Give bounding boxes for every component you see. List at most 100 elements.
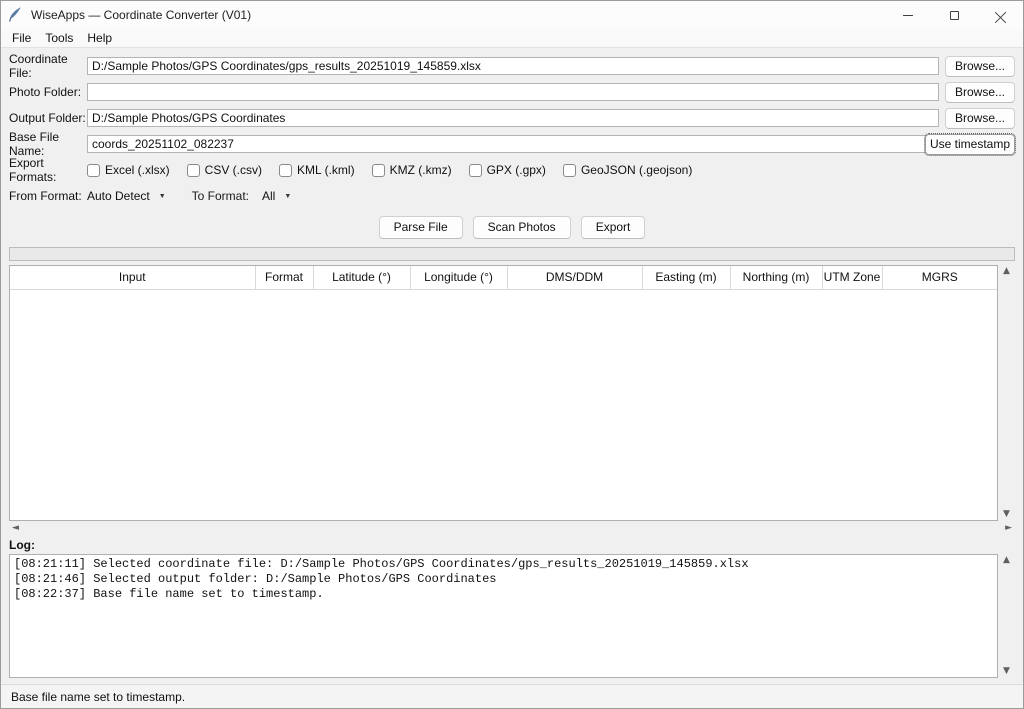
from-format-value: Auto Detect	[87, 189, 150, 203]
progress-bar	[9, 247, 1015, 261]
checkbox-kml-label: KML (.kml)	[297, 163, 355, 177]
results-table: Input Format Latitude (°) Longitude (°) …	[9, 265, 998, 521]
checkbox-geojson-label: GeoJSON (.geojson)	[581, 163, 692, 177]
column-header-latitude[interactable]: Latitude (°)	[313, 266, 410, 289]
column-header-easting[interactable]: Easting (m)	[642, 266, 730, 289]
checkbox-kml[interactable]: KML (.kml)	[279, 163, 355, 177]
use-timestamp-button[interactable]: Use timestamp	[925, 134, 1015, 155]
scroll-right-icon[interactable]: ►	[1005, 524, 1012, 533]
log-line: [08:21:11] Selected coordinate file: D:/…	[14, 557, 993, 572]
chevron-down-icon: ▼	[284, 193, 291, 200]
scroll-up-icon[interactable]: ▲	[1003, 267, 1010, 276]
export-button[interactable]: Export	[581, 216, 646, 239]
checkbox-icon	[187, 164, 200, 177]
format-selectors-row: From Format: Auto Detect ▼ To Format: Al…	[9, 183, 1015, 209]
column-header-input[interactable]: Input	[10, 266, 255, 289]
status-text: Base file name set to timestamp.	[11, 690, 185, 704]
export-formats-row: Export Formats: Excel (.xlsx) CSV (.csv)…	[9, 157, 1015, 183]
column-header-northing[interactable]: Northing (m)	[730, 266, 822, 289]
checkbox-kmz-label: KMZ (.kmz)	[390, 163, 452, 177]
checkbox-icon	[87, 164, 100, 177]
base-file-name-input[interactable]	[87, 135, 939, 153]
output-folder-button-slot: Browse...	[939, 108, 1015, 129]
base-file-name-row: Base File Name: Use timestamp	[9, 131, 1015, 157]
menu-file[interactable]: File	[5, 30, 38, 46]
menu-help[interactable]: Help	[80, 30, 119, 46]
window-title: WiseApps — Coordinate Converter (V01)	[29, 8, 885, 22]
base-file-name-button-slot: Use timestamp	[939, 134, 1015, 155]
scroll-up-icon[interactable]: ▲	[1003, 556, 1010, 565]
table-horizontal-scrollbar[interactable]: ◄ ►	[9, 521, 1015, 536]
export-formats-label: Export Formats:	[9, 156, 87, 184]
column-header-dms-ddm[interactable]: DMS/DDM	[507, 266, 642, 289]
minimize-button[interactable]	[885, 1, 931, 29]
browse-photo-folder-button[interactable]: Browse...	[945, 82, 1015, 103]
progress-bar-wrap	[9, 243, 1015, 265]
results-table-region: Input Format Latitude (°) Longitude (°) …	[9, 265, 1015, 521]
log-label-row: Log:	[9, 536, 1015, 554]
actions-row: Parse File Scan Photos Export	[9, 211, 1015, 243]
scan-photos-button[interactable]: Scan Photos	[473, 216, 571, 239]
maximize-icon	[950, 11, 959, 20]
status-bar: Base file name set to timestamp.	[1, 684, 1023, 708]
coordinate-file-button-slot: Browse...	[939, 56, 1015, 77]
log-line: [08:22:37] Base file name set to timesta…	[14, 587, 993, 602]
output-folder-input[interactable]	[87, 109, 939, 127]
photo-folder-button-slot: Browse...	[939, 82, 1015, 103]
menu-tools[interactable]: Tools	[38, 30, 80, 46]
log-vertical-scrollbar[interactable]: ▲ ▼	[998, 554, 1015, 678]
coordinate-file-row: Coordinate File: Browse...	[9, 53, 1015, 79]
app-feather-icon	[1, 7, 29, 23]
browse-output-folder-button[interactable]: Browse...	[945, 108, 1015, 129]
column-header-utm-zone[interactable]: UTM Zone	[822, 266, 882, 289]
coordinate-file-input[interactable]	[87, 57, 939, 75]
checkbox-excel[interactable]: Excel (.xlsx)	[87, 163, 170, 177]
menu-bar: File Tools Help	[1, 29, 1023, 48]
coordinate-file-label: Coordinate File:	[9, 52, 87, 80]
log-label: Log:	[9, 538, 35, 552]
log-line: [08:21:46] Selected output folder: D:/Sa…	[14, 572, 993, 587]
scroll-down-icon[interactable]: ▼	[1003, 667, 1010, 676]
browse-coordinate-file-button[interactable]: Browse...	[945, 56, 1015, 77]
scroll-down-icon[interactable]: ▼	[1003, 510, 1010, 519]
title-bar: WiseApps — Coordinate Converter (V01)	[1, 1, 1023, 29]
table-vertical-scrollbar[interactable]: ▲ ▼	[998, 265, 1015, 521]
base-file-name-label: Base File Name:	[9, 130, 87, 158]
main-content: Coordinate File: Browse... Photo Folder:…	[1, 48, 1023, 684]
checkbox-kmz[interactable]: KMZ (.kmz)	[372, 163, 452, 177]
checkbox-icon	[469, 164, 482, 177]
checkbox-csv-label: CSV (.csv)	[205, 163, 262, 177]
checkbox-excel-label: Excel (.xlsx)	[105, 163, 170, 177]
close-button[interactable]	[977, 1, 1023, 29]
log-textarea[interactable]: [08:21:11] Selected coordinate file: D:/…	[9, 554, 998, 678]
output-folder-row: Output Folder: Browse...	[9, 105, 1015, 131]
to-format-value: All	[262, 189, 275, 203]
from-format-dropdown[interactable]: Auto Detect ▼	[87, 189, 166, 203]
maximize-button[interactable]	[931, 1, 977, 29]
column-header-mgrs[interactable]: MGRS	[882, 266, 997, 289]
checkbox-icon	[563, 164, 576, 177]
minimize-icon	[903, 15, 913, 16]
window-controls	[885, 1, 1023, 29]
output-folder-label: Output Folder:	[9, 111, 87, 125]
checkbox-icon	[279, 164, 292, 177]
to-format-dropdown[interactable]: All ▼	[262, 189, 291, 203]
to-format-label: To Format:	[192, 189, 249, 203]
app-window: WiseApps — Coordinate Converter (V01) Fi…	[0, 0, 1024, 709]
log-region: [08:21:11] Selected coordinate file: D:/…	[9, 554, 1015, 678]
parse-file-button[interactable]: Parse File	[379, 216, 463, 239]
close-icon	[995, 10, 1006, 21]
scroll-left-icon[interactable]: ◄	[12, 524, 19, 533]
checkbox-gpx[interactable]: GPX (.gpx)	[469, 163, 546, 177]
photo-folder-label: Photo Folder:	[9, 85, 87, 99]
from-format-label: From Format:	[9, 189, 87, 203]
table-header-row: Input Format Latitude (°) Longitude (°) …	[10, 266, 997, 289]
checkbox-icon	[372, 164, 385, 177]
column-header-format[interactable]: Format	[255, 266, 313, 289]
column-header-longitude[interactable]: Longitude (°)	[410, 266, 507, 289]
checkbox-geojson[interactable]: GeoJSON (.geojson)	[563, 163, 692, 177]
photo-folder-row: Photo Folder: Browse...	[9, 79, 1015, 105]
checkbox-csv[interactable]: CSV (.csv)	[187, 163, 262, 177]
photo-folder-input[interactable]	[87, 83, 939, 101]
checkbox-gpx-label: GPX (.gpx)	[487, 163, 546, 177]
